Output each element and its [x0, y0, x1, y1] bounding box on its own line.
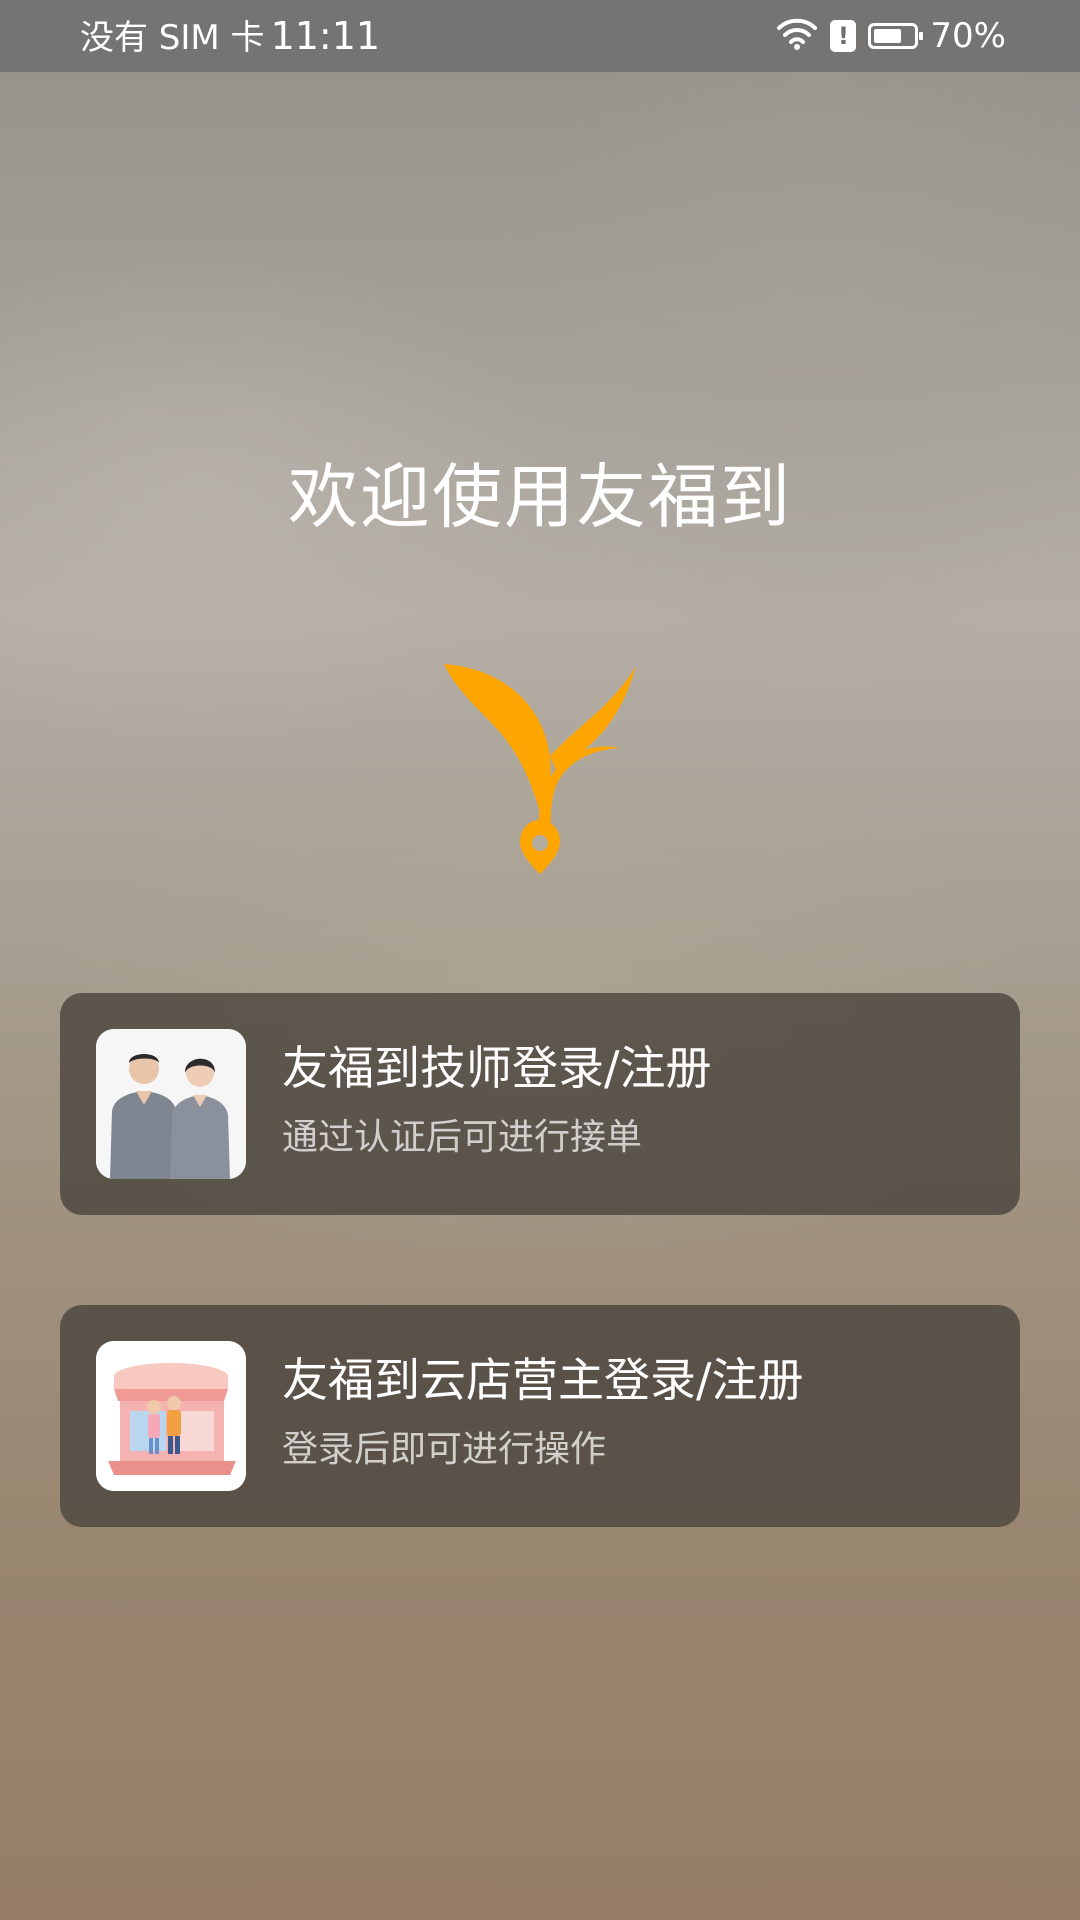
- store-owner-login-card[interactable]: 友福到云店营主登录/注册 登录后即可进行操作: [60, 1305, 1020, 1527]
- status-left: 没有 SIM 卡 11:11: [80, 14, 380, 60]
- sim-alert-icon: [830, 20, 857, 52]
- status-bar: 没有 SIM 卡11:11 70%: [0, 0, 1080, 72]
- wifi-icon: [776, 17, 818, 55]
- sprout-logo-icon: [438, 660, 642, 874]
- status-right: 70%: [776, 14, 1006, 58]
- clock-text: 11:11: [270, 14, 381, 58]
- battery-icon: [868, 23, 924, 49]
- technician-login-subtitle: 通过认证后可进行接单: [282, 1117, 643, 1158]
- technician-photo: [96, 1029, 246, 1179]
- store-illustration: [96, 1341, 246, 1491]
- welcome-title: 欢迎使用友福到: [288, 456, 792, 538]
- store-owner-login-subtitle: 登录后即可进行操作: [282, 1429, 607, 1470]
- battery-fill: [874, 29, 902, 43]
- carrier-text: 没有 SIM 卡: [80, 18, 265, 58]
- login-selection-screen: 没有 SIM 卡11:11 70% 欢迎使用友福到: [0, 0, 1080, 1920]
- technician-login-card[interactable]: 友福到技师登录/注册 通过认证后可进行接单: [60, 993, 1020, 1215]
- technician-login-title: 友福到技师登录/注册: [282, 1041, 712, 1095]
- battery-percent: 70%: [930, 16, 1006, 56]
- store-owner-login-title: 友福到云店营主登录/注册: [282, 1353, 804, 1407]
